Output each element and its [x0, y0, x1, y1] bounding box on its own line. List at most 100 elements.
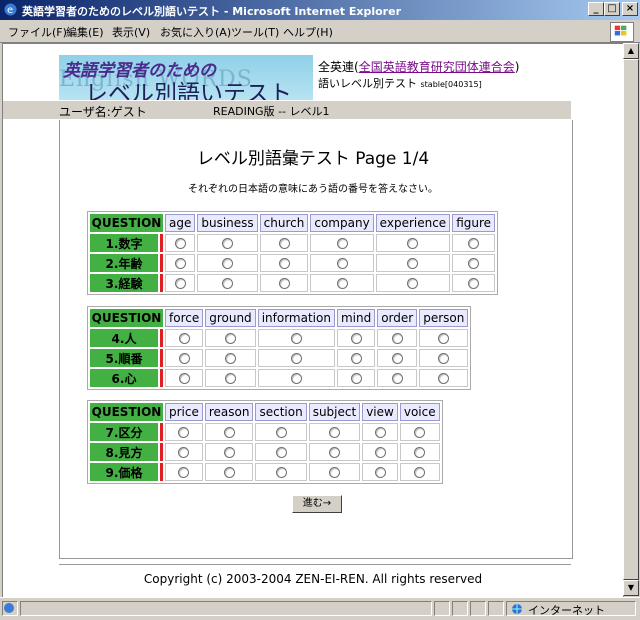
answer-radio[interactable]	[223, 427, 235, 438]
answer-cell	[377, 349, 418, 367]
org-prefix: 全英連(	[318, 60, 359, 74]
question-row: 1.数字	[90, 234, 496, 252]
answer-radio[interactable]	[278, 238, 290, 249]
answer-radio[interactable]	[178, 353, 190, 364]
answer-radio[interactable]	[391, 353, 403, 364]
answer-radio[interactable]	[438, 333, 450, 344]
answer-radio[interactable]	[407, 278, 419, 289]
answer-radio[interactable]	[222, 238, 234, 249]
answer-radio[interactable]	[174, 238, 186, 249]
answer-cell	[399, 463, 440, 481]
answer-radio[interactable]	[350, 333, 362, 344]
answer-cell	[165, 369, 204, 387]
word-option: subject	[308, 403, 361, 421]
scroll-thumb[interactable]	[623, 59, 639, 580]
window-title: 英語学習者のためのレベル別語いテスト - Microsoft Internet …	[22, 5, 401, 18]
answer-radio[interactable]	[222, 278, 234, 289]
next-button[interactable]: 進む→	[292, 495, 342, 513]
answer-radio[interactable]	[224, 333, 236, 344]
answer-radio[interactable]	[328, 447, 340, 458]
menu-file[interactable]: ファイル(F)	[8, 24, 67, 40]
divider	[59, 564, 571, 565]
answer-radio[interactable]	[328, 427, 340, 438]
answer-radio[interactable]	[374, 427, 386, 438]
organization: 全英連(全国英語教育研究団体連合会)	[318, 58, 519, 75]
answer-radio[interactable]	[278, 278, 290, 289]
answer-radio[interactable]	[350, 353, 362, 364]
answer-radio[interactable]	[178, 447, 190, 458]
answer-radio[interactable]	[275, 427, 287, 438]
answer-radio[interactable]	[374, 447, 386, 458]
page-status-icon	[2, 601, 18, 616]
answer-radio[interactable]	[336, 278, 348, 289]
answer-cell	[452, 274, 496, 292]
answer-radio[interactable]	[350, 373, 362, 384]
answer-radio[interactable]	[414, 447, 426, 458]
answer-cell	[259, 254, 309, 272]
scroll-down-button[interactable]: ▼	[623, 580, 639, 596]
version-label: stable[040315]	[420, 80, 482, 89]
answer-radio[interactable]	[391, 373, 403, 384]
answer-radio[interactable]	[178, 427, 190, 438]
answer-radio[interactable]	[290, 353, 302, 364]
question-row: 6.心	[90, 369, 469, 387]
answer-cell	[165, 274, 196, 292]
word-option: business	[197, 214, 258, 232]
answer-cell	[362, 443, 398, 461]
answer-radio[interactable]	[278, 258, 290, 269]
question-label: 4.人	[90, 329, 158, 347]
menu-tools[interactable]: ツール(T)	[231, 24, 279, 40]
answer-radio[interactable]	[391, 333, 403, 344]
status-cell-4	[488, 601, 504, 616]
answer-cell	[165, 443, 203, 461]
menu-edit[interactable]: 編集(E)	[66, 24, 104, 40]
org-link[interactable]: 全国英語教育研究団体連合会	[359, 60, 515, 74]
answer-cell	[310, 274, 374, 292]
answer-radio[interactable]	[328, 467, 340, 478]
status-cell-3	[470, 601, 486, 616]
answer-radio[interactable]	[438, 353, 450, 364]
answer-radio[interactable]	[407, 258, 419, 269]
row-marker	[160, 423, 163, 441]
answer-radio[interactable]	[468, 238, 480, 249]
minimize-button[interactable]: _	[588, 2, 604, 16]
menu-favorites[interactable]: お気に入り(A)	[160, 24, 231, 40]
answer-radio[interactable]	[374, 467, 386, 478]
answer-radio[interactable]	[290, 373, 302, 384]
answer-radio[interactable]	[178, 373, 190, 384]
answer-radio[interactable]	[468, 278, 480, 289]
answer-radio[interactable]	[222, 258, 234, 269]
answer-radio[interactable]	[275, 447, 287, 458]
answer-radio[interactable]	[174, 258, 186, 269]
answer-radio[interactable]	[224, 353, 236, 364]
question-label: 2.年齢	[90, 254, 158, 272]
word-option: ground	[205, 309, 256, 327]
status-text-cell	[20, 601, 432, 616]
answer-radio[interactable]	[414, 427, 426, 438]
answer-radio[interactable]	[224, 373, 236, 384]
answer-radio[interactable]	[336, 258, 348, 269]
answer-radio[interactable]	[275, 467, 287, 478]
answer-radio[interactable]	[438, 373, 450, 384]
answer-radio[interactable]	[468, 258, 480, 269]
word-option: mind	[336, 309, 376, 327]
answer-radio[interactable]	[290, 333, 302, 344]
answer-radio[interactable]	[178, 467, 190, 478]
maximize-button[interactable]: □	[604, 2, 620, 16]
menu-help[interactable]: ヘルプ(H)	[283, 24, 333, 40]
answer-radio[interactable]	[178, 333, 190, 344]
menu-view[interactable]: 表示(V)	[112, 24, 150, 40]
answer-radio[interactable]	[407, 238, 419, 249]
answer-cell	[257, 369, 335, 387]
svg-text:e: e	[7, 5, 13, 16]
close-button[interactable]: ×	[622, 2, 638, 16]
answer-radio[interactable]	[336, 238, 348, 249]
word-option: information	[257, 309, 335, 327]
answer-radio[interactable]	[414, 467, 426, 478]
vertical-scrollbar[interactable]: ▲ ▼	[623, 43, 639, 596]
answer-radio[interactable]	[174, 278, 186, 289]
scroll-up-button[interactable]: ▲	[623, 43, 639, 59]
answer-radio[interactable]	[223, 447, 235, 458]
question-label: 5.順番	[90, 349, 158, 367]
answer-radio[interactable]	[223, 467, 235, 478]
